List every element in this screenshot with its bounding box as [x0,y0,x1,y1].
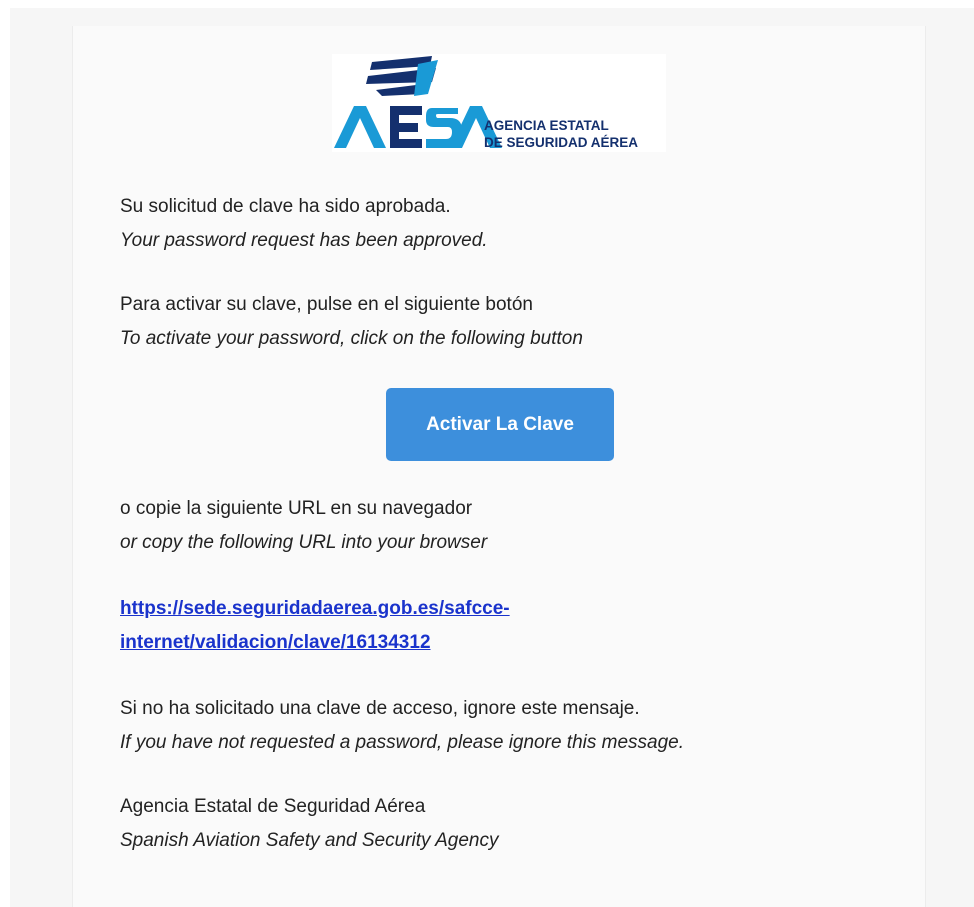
ignore-text-en: If you have not requested a password, pl… [120,732,685,753]
activate-text-es: Para activar su clave, pulse en el sigui… [120,294,533,315]
activate-password-button[interactable]: Activar La Clave [386,388,614,461]
activation-url-line2: internet/validacion/clave/16134312 [120,632,431,653]
logo-name-line2: DE SEGURIDAD AÉREA [484,135,638,150]
copy-url-text-es: o copie la siguiente URL en su navegador [120,498,473,519]
ignore-block: Si no ha solicitado una clave de acceso,… [120,692,684,760]
email-body [72,26,926,907]
activate-text-en: To activate your password, click on the … [120,328,583,349]
aesa-logo: AGENCIA ESTATAL DE SEGURIDAD AÉREA [332,54,666,152]
approved-block: Su solicitud de clave ha sido aprobada. … [120,190,488,258]
activation-url-link[interactable]: https://sede.seguridadaerea.gob.es/safcc… [120,592,510,660]
signature-block: Agencia Estatal de Seguridad Aérea Spani… [120,790,498,858]
copy-url-block: o copie la siguiente URL en su navegador… [120,492,487,560]
approved-text-en: Your password request has been approved. [120,230,488,251]
approved-text-es: Su solicitud de clave ha sido aprobada. [120,196,451,217]
activation-url-line1: https://sede.seguridadaerea.gob.es/safcc… [120,598,510,619]
signature-text-es: Agencia Estatal de Seguridad Aérea [120,796,426,817]
ignore-text-es: Si no ha solicitado una clave de acceso,… [120,698,640,719]
signature-text-en: Spanish Aviation Safety and Security Age… [120,830,499,851]
aesa-letters [334,106,502,148]
logo-name-line1: AGENCIA ESTATAL [484,118,609,133]
plane-emblem-icon [366,56,438,96]
copy-url-text-en: or copy the following URL into your brow… [120,532,488,553]
activate-block: Para activar su clave, pulse en el sigui… [120,288,583,356]
